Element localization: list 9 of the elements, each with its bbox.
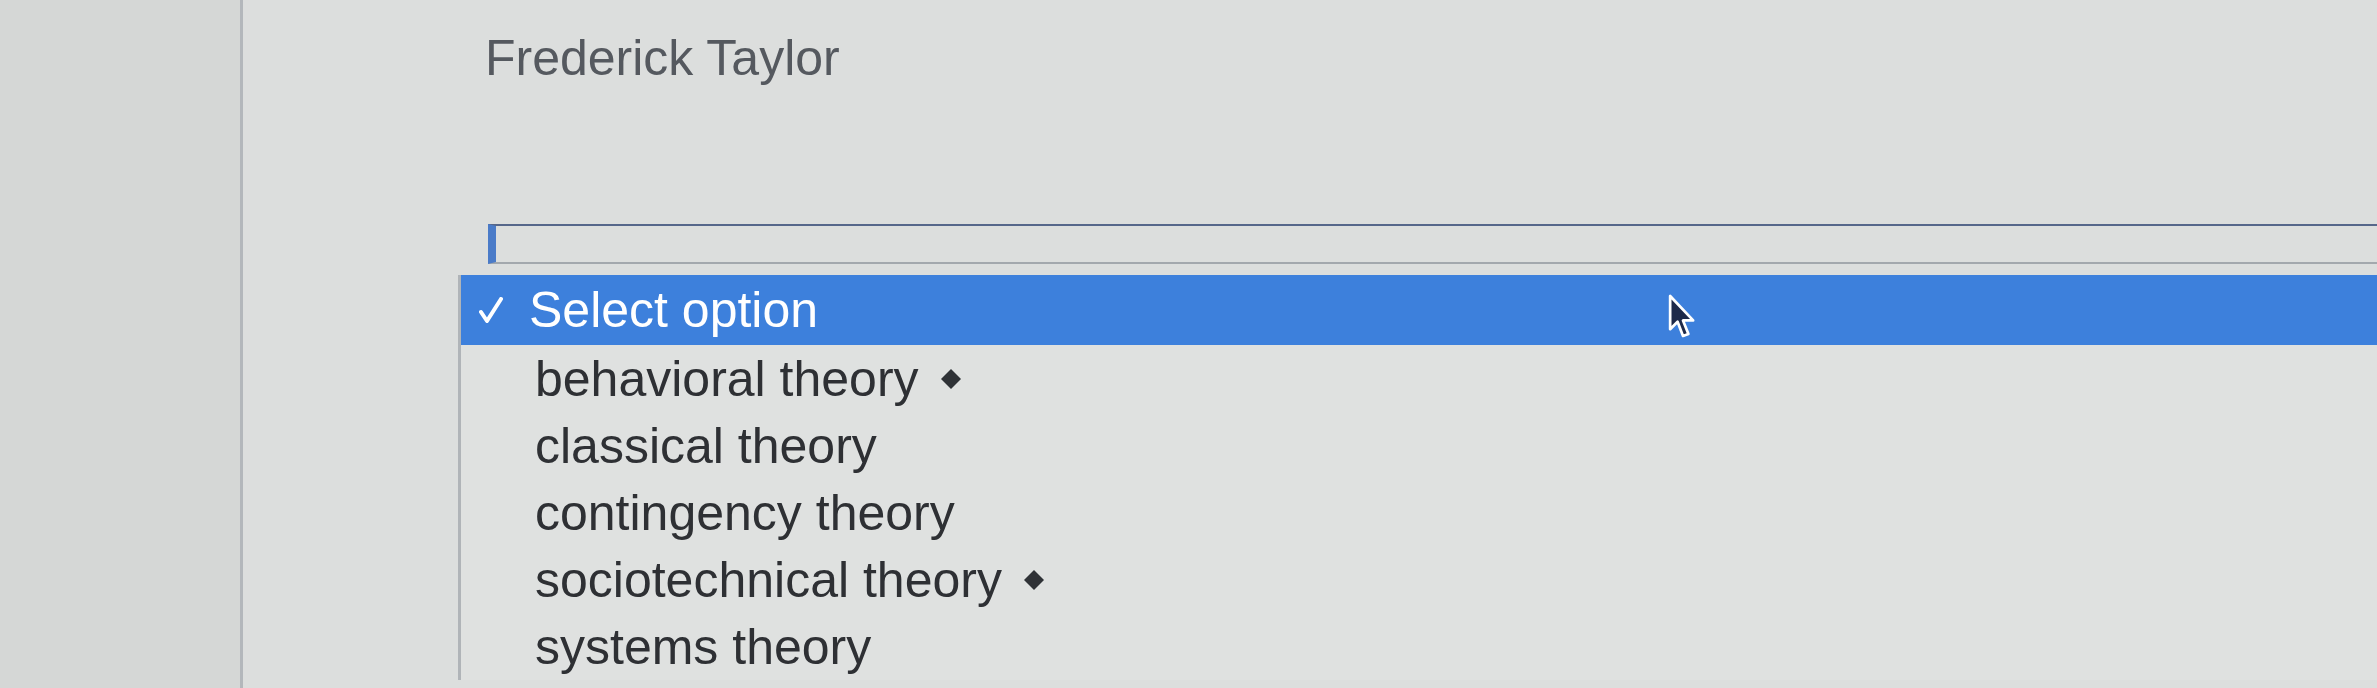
dropdown-option[interactable]: behavioral theory [461, 345, 2377, 412]
dropdown-option[interactable]: sociotechnical theory [461, 546, 2377, 613]
check-icon [479, 297, 503, 323]
dropdown-option[interactable]: contingency theory [461, 479, 2377, 546]
question-title: Frederick Taylor [485, 29, 840, 88]
dropdown-option[interactable]: classical theory [461, 412, 2377, 479]
dropdown-option[interactable]: Select option [461, 275, 2377, 345]
dropdown-option[interactable]: systems theory [461, 613, 2377, 680]
select-field[interactable] [488, 224, 2377, 264]
